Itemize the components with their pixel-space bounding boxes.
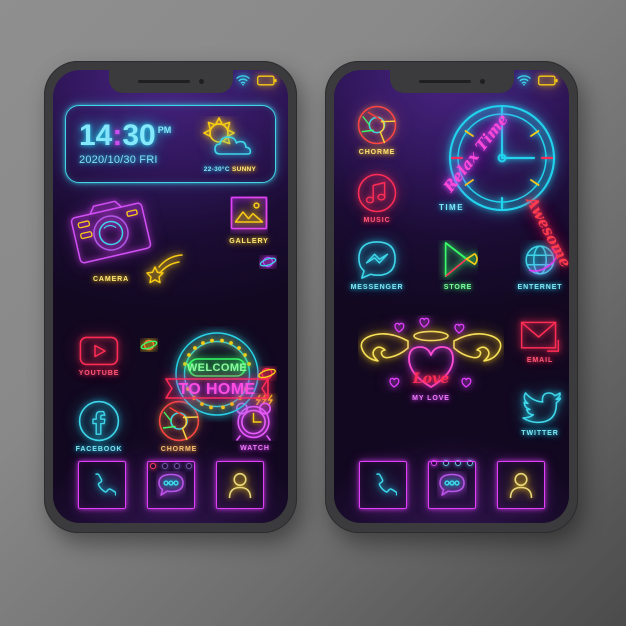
clock-block: 14:30 PM 2020/10/30 FRI xyxy=(66,118,172,167)
status-bar-left xyxy=(236,75,277,86)
notch-right xyxy=(389,70,514,93)
to-home-text: TO HOME xyxy=(178,381,256,398)
weather-readout: 22-30°C SUNNY xyxy=(194,166,266,173)
app-chrome[interactable]: CHORME xyxy=(347,105,407,156)
chat-bubble-icon xyxy=(438,473,465,496)
app-label-chrome: CHORME xyxy=(160,446,198,453)
app-label-twitter: TWITTER xyxy=(521,430,559,437)
dock-left xyxy=(53,461,288,509)
app-facebook[interactable]: FACEBOOK xyxy=(69,400,129,453)
youtube-icon xyxy=(79,336,119,366)
battery-icon xyxy=(257,75,277,86)
app-label-messenger: MESSENGER xyxy=(350,284,404,291)
phone-icon xyxy=(375,473,397,496)
app-label-camera: CAMERA xyxy=(92,276,130,283)
earpiece-speaker xyxy=(137,80,190,83)
twitter-bird-icon xyxy=(522,392,561,424)
app-label-email: EMAIL xyxy=(526,357,554,364)
app-label-chrome: CHORME xyxy=(358,149,396,156)
app-store[interactable]: STORE xyxy=(428,240,488,291)
app-messenger[interactable]: MESSENGER xyxy=(347,240,407,291)
dock-messages-button[interactable] xyxy=(427,461,476,509)
clock-weather-widget[interactable]: 14:30 PM 2020/10/30 FRI 22-30°C SUNNY xyxy=(65,105,276,183)
front-camera xyxy=(198,79,204,84)
love-script-text: Love xyxy=(412,371,450,387)
messenger-icon xyxy=(358,241,396,279)
dock-contacts-button[interactable] xyxy=(215,461,264,509)
wifi-icon xyxy=(236,75,250,86)
app-my-love[interactable]: Love MY LOVE xyxy=(358,315,504,402)
dock-messages-button[interactable] xyxy=(146,461,195,509)
app-label-gallery: GALLERY xyxy=(229,238,269,245)
status-bar-right xyxy=(517,75,558,86)
dock-phone-button[interactable] xyxy=(77,461,126,509)
app-label-music: MUSIC xyxy=(363,217,391,224)
sun-behind-cloud-icon xyxy=(203,116,252,155)
dock-phone-button[interactable] xyxy=(358,461,407,509)
clock-ampm: PM xyxy=(157,124,172,135)
clock-date: 2020/10/30 FRI xyxy=(79,154,158,167)
planet-icon xyxy=(140,339,158,351)
envelope-icon xyxy=(520,321,560,352)
chat-bubble-icon xyxy=(157,473,184,496)
planet-icon xyxy=(259,256,277,268)
phone-icon xyxy=(94,473,116,496)
phone-device-right: CHORME MUSIC TIME Relax Time Awesome MES… xyxy=(325,61,578,533)
screen-left[interactable]: 14:30 PM 2020/10/30 FRI 22-30°C SUNNY CA… xyxy=(53,70,288,523)
phone-device-left: 14:30 PM 2020/10/30 FRI 22-30°C SUNNY CA… xyxy=(44,61,297,533)
app-label-my-love: MY LOVE xyxy=(412,395,450,402)
earpiece-speaker xyxy=(418,80,471,83)
weather-block: 22-30°C SUNNY xyxy=(194,116,275,173)
app-label-watch: WATCH xyxy=(240,445,270,452)
facebook-icon xyxy=(78,400,120,442)
app-gallery[interactable]: GALLERY xyxy=(219,196,279,245)
shooting-star-icon xyxy=(146,254,183,284)
dock-right xyxy=(334,461,569,509)
weather-condition: SUNNY xyxy=(231,165,257,173)
battery-icon xyxy=(538,75,558,86)
wifi-icon xyxy=(517,75,531,86)
planet-icon xyxy=(258,367,276,380)
app-label-facebook: FACEBOOK xyxy=(75,446,123,453)
person-icon xyxy=(228,472,251,499)
person-icon xyxy=(509,472,532,499)
weather-temperature: 22-30°C xyxy=(203,165,230,173)
app-label-youtube: YOUTUBE xyxy=(78,370,120,377)
front-camera xyxy=(479,79,485,84)
clock-time-label: TIME xyxy=(438,203,465,212)
app-email[interactable]: EMAIL xyxy=(510,321,569,364)
play-store-icon xyxy=(444,242,478,277)
app-label-store: STORE xyxy=(443,284,473,291)
app-youtube[interactable]: YOUTUBE xyxy=(69,336,129,377)
app-music[interactable]: MUSIC xyxy=(347,173,407,224)
notch-left xyxy=(108,70,233,93)
clock-time: 14:30 xyxy=(79,118,156,152)
app-label-internet: ENTERNET xyxy=(517,284,563,291)
gallery-icon xyxy=(230,196,268,230)
chrome-icon xyxy=(357,105,397,145)
dock-contacts-button[interactable] xyxy=(496,461,545,509)
app-twitter[interactable]: TWITTER xyxy=(510,388,569,437)
screen-right[interactable]: CHORME MUSIC TIME Relax Time Awesome MES… xyxy=(334,70,569,523)
